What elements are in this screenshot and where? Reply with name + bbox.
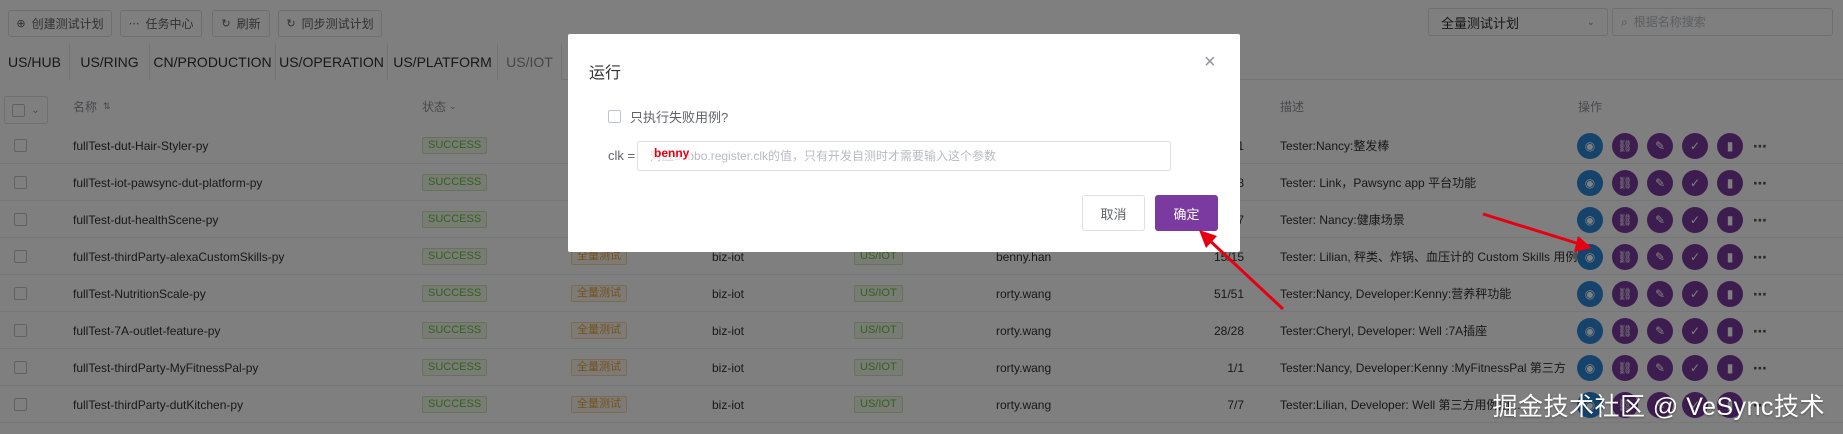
clk-annotation: benny [652, 146, 692, 160]
cancel-button[interactable]: 取消 [1082, 195, 1145, 231]
failed-only-checkbox[interactable] [608, 110, 621, 123]
confirm-button[interactable]: 确定 [1155, 195, 1218, 231]
failed-only-label: 只执行失败用例? [630, 110, 729, 125]
failed-only-option[interactable]: 只执行失败用例? [608, 107, 728, 126]
dialog-title: 运行 [589, 65, 622, 82]
watermark: 掘金技术社区 @ VeSync技术 [1492, 393, 1825, 421]
clk-input[interactable] [637, 141, 1171, 171]
clk-label: clk = [608, 148, 636, 163]
close-icon[interactable]: × [1204, 52, 1216, 72]
run-dialog: 运行 × 只执行失败用例? clk = benny 取消 确定 [568, 34, 1240, 252]
